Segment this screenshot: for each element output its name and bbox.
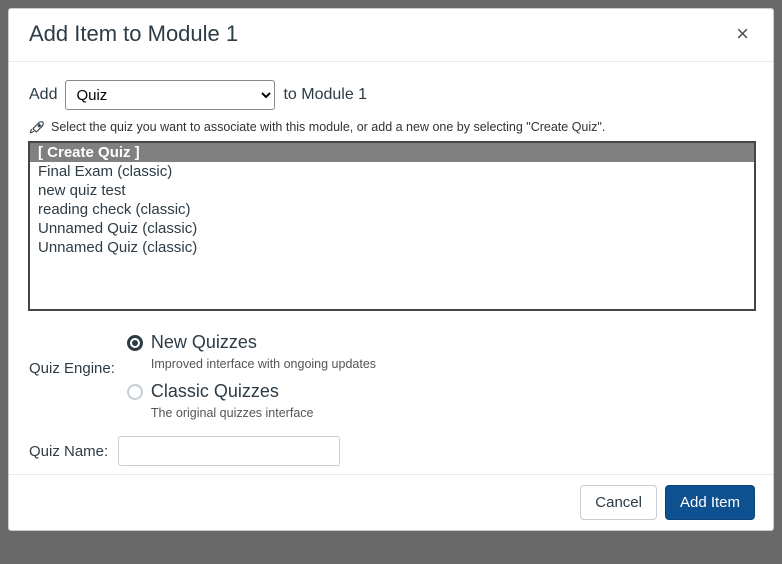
quiz-engine-block: Quiz Engine: New Quizzes Improved interfa… xyxy=(29,332,755,426)
quiz-engine-label: Quiz Engine: xyxy=(29,332,115,377)
close-icon[interactable]: × xyxy=(732,23,753,45)
quiz-option[interactable]: Final Exam (classic) xyxy=(30,162,754,181)
radio-description: The original quizzes interface xyxy=(151,406,376,420)
radio-description: Improved interface with ongoing updates xyxy=(151,357,376,371)
modal-footer: Cancel Add Item xyxy=(9,474,773,530)
rocket-icon xyxy=(29,120,45,136)
quiz-engine-option[interactable]: New Quizzes xyxy=(127,332,376,353)
quiz-option[interactable]: [ Create Quiz ] xyxy=(30,143,754,162)
add-item-modal: Add Item to Module 1 × Add Quiz to Modul… xyxy=(8,8,774,531)
cancel-button[interactable]: Cancel xyxy=(580,485,657,520)
hint-row: Select the quiz you want to associate wi… xyxy=(29,120,755,136)
add-suffix-label: to Module 1 xyxy=(283,86,367,104)
radio-icon[interactable] xyxy=(127,384,143,400)
quiz-name-input[interactable] xyxy=(118,436,340,466)
item-type-select[interactable]: Quiz xyxy=(65,80,275,110)
quiz-engine-option[interactable]: Classic Quizzes xyxy=(127,381,376,402)
modal-body: Add Quiz to Module 1 Select the quiz you… xyxy=(9,62,773,474)
hint-text: Select the quiz you want to associate wi… xyxy=(51,120,605,134)
radio-icon[interactable] xyxy=(127,335,143,351)
modal-header: Add Item to Module 1 × xyxy=(9,9,773,62)
add-type-row: Add Quiz to Module 1 xyxy=(29,80,755,110)
quiz-option[interactable]: Unnamed Quiz (classic) xyxy=(30,238,754,257)
add-prefix-label: Add xyxy=(29,86,57,104)
quiz-name-row: Quiz Name: xyxy=(29,436,755,466)
quiz-option[interactable]: new quiz test xyxy=(30,181,754,200)
add-item-button[interactable]: Add Item xyxy=(665,485,755,520)
quiz-option[interactable]: reading check (classic) xyxy=(30,200,754,219)
radio-label: New Quizzes xyxy=(151,332,257,353)
quiz-listbox[interactable]: [ Create Quiz ]Final Exam (classic)new q… xyxy=(29,142,755,310)
modal-title: Add Item to Module 1 xyxy=(29,21,238,47)
radio-label: Classic Quizzes xyxy=(151,381,279,402)
quiz-option[interactable]: Unnamed Quiz (classic) xyxy=(30,219,754,238)
quiz-name-label: Quiz Name: xyxy=(29,443,108,460)
